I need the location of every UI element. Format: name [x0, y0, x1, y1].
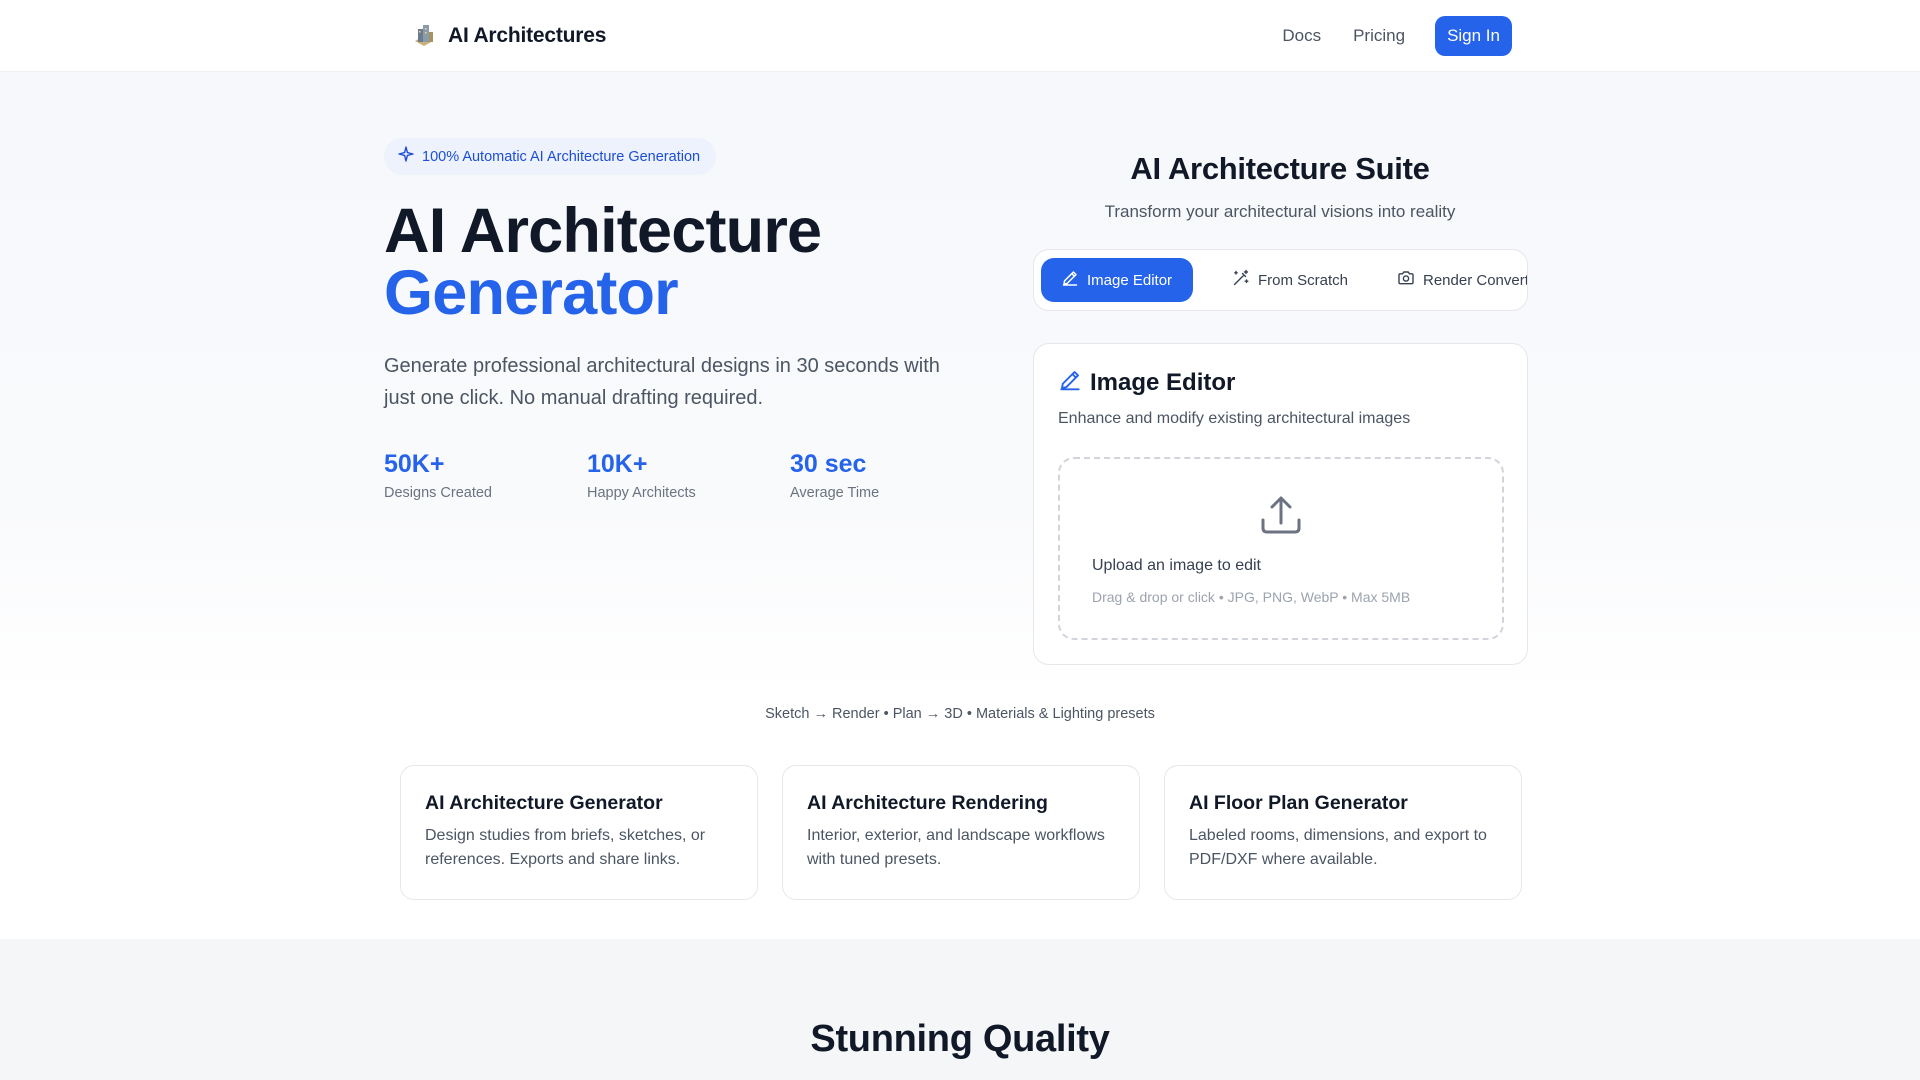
- camera-icon: [1397, 269, 1415, 291]
- hero-title-line2: Generator: [384, 258, 679, 328]
- quality-title: Stunning Quality: [810, 1018, 1110, 1060]
- feature-title: AI Architecture Generator: [425, 792, 663, 814]
- building-logo-icon: [408, 20, 440, 52]
- feature-title: AI Floor Plan Generator: [1189, 792, 1408, 814]
- upload-title: Upload an image to edit: [1092, 557, 1261, 574]
- stat-label: Happy Architects: [587, 485, 696, 501]
- feature-title: AI Architecture Rendering: [807, 792, 1048, 814]
- suite-tabs: Image Editor From Scratch Render Convert…: [1033, 249, 1528, 311]
- sign-in-button[interactable]: Sign In: [1435, 16, 1512, 56]
- stat-value: 50K+: [384, 450, 445, 478]
- nav-pricing-link[interactable]: Pricing: [1353, 26, 1405, 46]
- feature-cards: AI Architecture Generator Design studies…: [400, 765, 1522, 900]
- magic-wand-icon: [1232, 269, 1250, 291]
- tab-label: Render Converter: [1423, 271, 1527, 289]
- hero-title: AI Architecture Generator: [384, 200, 822, 328]
- brand-home-link[interactable]: AI Architectures: [408, 20, 606, 52]
- stat-designs: 50K+ Designs Created: [384, 448, 587, 501]
- upload-icon: [1259, 493, 1303, 542]
- badge-label: 100% Automatic AI Architecture Generatio…: [422, 148, 701, 165]
- image-editor-panel: Image Editor Enhance and modify existing…: [1033, 343, 1528, 665]
- upload-hint: Drag & drop or click • JPG, PNG, WebP • …: [1092, 589, 1411, 605]
- top-navbar: AI Architectures Docs Pricing Sign In: [0, 0, 1920, 72]
- feature-card-generator[interactable]: AI Architecture Generator Design studies…: [400, 765, 758, 900]
- suite-subtitle: Transform your architectural visions int…: [1104, 202, 1456, 221]
- tab-render-converter[interactable]: Render Converter: [1377, 258, 1527, 302]
- pencil-icon: [1058, 368, 1082, 397]
- feature-description: Interior, exterior, and landscape workfl…: [807, 827, 1105, 868]
- panel-description: Enhance and modify existing architectura…: [1058, 410, 1411, 427]
- feature-description: Design studies from briefs, sketches, or…: [425, 827, 706, 868]
- quality-section: Stunning Quality: [0, 939, 1920, 1080]
- automatic-generation-badge: 100% Automatic AI Architecture Generatio…: [384, 138, 717, 175]
- image-upload-dropzone[interactable]: Upload an image to edit Drag & drop or c…: [1058, 457, 1504, 640]
- stat-label: Designs Created: [384, 485, 492, 501]
- stat-time: 30 sec Average Time: [790, 448, 993, 501]
- nav-docs-link[interactable]: Docs: [1282, 26, 1321, 46]
- stat-architects: 10K+ Happy Architects: [587, 448, 790, 501]
- suite-title: AI Architecture Suite: [1130, 151, 1430, 186]
- pencil-icon: [1061, 269, 1079, 291]
- hero-subtitle: Generate professional architectural desi…: [384, 355, 940, 409]
- tab-from-scratch[interactable]: From Scratch: [1212, 258, 1368, 302]
- stats-row: 50K+ Designs Created 10K+ Happy Architec…: [384, 448, 993, 501]
- feature-card-floor-plan[interactable]: AI Floor Plan Generator Labeled rooms, d…: [1164, 765, 1522, 900]
- sparkle-icon: [398, 146, 414, 167]
- panel-title: Image Editor: [1090, 368, 1236, 396]
- brand-name: AI Architectures: [448, 24, 607, 47]
- panel-header: Image Editor: [1058, 368, 1235, 397]
- tab-label: Image Editor: [1087, 271, 1173, 289]
- feature-card-rendering[interactable]: AI Architecture Rendering Interior, exte…: [782, 765, 1140, 900]
- stat-value: 30 sec: [790, 450, 867, 478]
- feature-description: Labeled rooms, dimensions, and export to…: [1189, 827, 1487, 868]
- stat-value: 10K+: [587, 450, 648, 478]
- tab-image-editor[interactable]: Image Editor: [1041, 258, 1193, 302]
- hero-title-line1: AI Architecture: [384, 196, 822, 266]
- stat-label: Average Time: [790, 485, 880, 501]
- main-nav: Docs Pricing Sign In: [1282, 16, 1512, 56]
- workflow-tagline: Sketch → Render • Plan → 3D • Materials …: [765, 706, 1155, 722]
- tab-label: From Scratch: [1258, 271, 1349, 289]
